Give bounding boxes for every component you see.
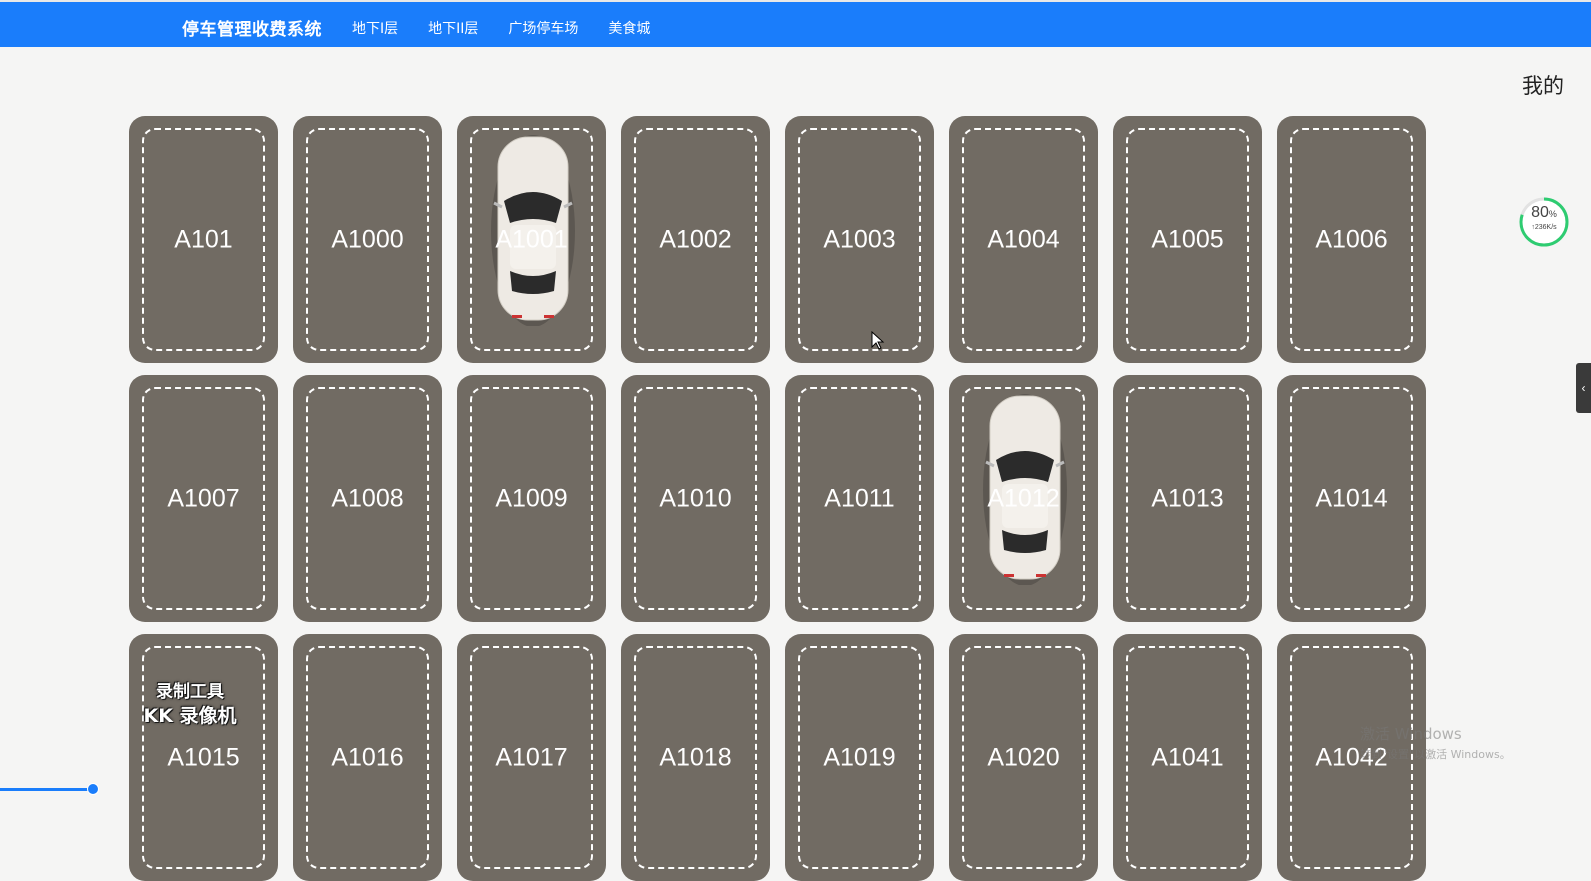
spot-label: A1019 (823, 743, 896, 771)
parking-spot[interactable]: A1003 (785, 116, 934, 363)
parking-spot[interactable]: A1002 (621, 116, 770, 363)
activation-line1: 激活 Windows (1360, 725, 1462, 743)
recorder-watermark: 录制工具 KK 录像机 (134, 680, 246, 728)
spot-label: A1000 (331, 225, 404, 253)
spot-label: A1007 (167, 484, 240, 512)
parking-spot[interactable]: A1011 (785, 375, 934, 622)
spot-label: A1016 (331, 743, 404, 771)
spot-label: A1012 (987, 484, 1060, 512)
my-account-link[interactable]: 我的 (1522, 70, 1564, 100)
spot-label: A1006 (1315, 225, 1388, 253)
parking-spot[interactable]: A1006 (1277, 116, 1426, 363)
spot-label: A1002 (659, 225, 732, 253)
parking-spot[interactable]: A1012 (949, 375, 1098, 622)
parking-spot[interactable]: A1010 (621, 375, 770, 622)
parking-spot[interactable]: A1013 (1113, 375, 1262, 622)
spot-label: A1010 (659, 484, 732, 512)
video-progress-bar[interactable] (0, 788, 92, 791)
parking-spot[interactable]: A1015 (129, 634, 278, 881)
spot-label: A1008 (331, 484, 404, 512)
spot-label: A1001 (495, 225, 568, 253)
watermark-line2: KK 录像机 (143, 705, 237, 727)
parking-spot[interactable]: A101 (129, 116, 278, 363)
spot-label: A1014 (1315, 484, 1388, 512)
spot-label: A1020 (987, 743, 1060, 771)
spot-label: A1004 (987, 225, 1060, 253)
parking-spot[interactable]: A1018 (621, 634, 770, 881)
spot-label: A1003 (823, 225, 896, 253)
parking-spot[interactable]: A1008 (293, 375, 442, 622)
main-nav: 地下I层 地下II层 广场停车场 美食城 (352, 18, 680, 38)
spot-label: A1015 (167, 743, 240, 771)
app-title[interactable]: 停车管理收费系统 (182, 15, 322, 40)
spot-label: A1013 (1151, 484, 1224, 512)
parking-spot[interactable]: A1017 (457, 634, 606, 881)
side-collapse-tab[interactable]: ‹ (1576, 363, 1591, 413)
parking-spot[interactable]: A1000 (293, 116, 442, 363)
top-navbar: 停车管理收费系统 地下I层 地下II层 广场停车场 美食城 (0, 0, 1591, 47)
spot-label: A101 (174, 225, 233, 253)
spot-label: A1011 (824, 484, 895, 512)
spot-label: A1005 (1151, 225, 1224, 253)
activation-line2: 转到"设置"以激活 Windows。 (1360, 748, 1511, 761)
spot-label: A1009 (495, 484, 568, 512)
parking-spot[interactable]: A1005 (1113, 116, 1262, 363)
parking-spot[interactable]: A1014 (1277, 375, 1426, 622)
nav-item[interactable]: 地下II层 (428, 18, 478, 38)
parking-spot[interactable]: A1004 (949, 116, 1098, 363)
windows-activation-notice: 激活 Windows 转到"设置"以激活 Windows。 (1360, 723, 1511, 762)
nav-item[interactable]: 美食城 (608, 18, 650, 38)
parking-spot[interactable]: A1007 (129, 375, 278, 622)
spot-label: A1041 (1151, 743, 1224, 771)
parking-spot[interactable]: A1041 (1113, 634, 1262, 881)
speed-rate: ↑236K/s (1531, 224, 1557, 231)
parking-spot[interactable]: A1009 (457, 375, 606, 622)
chevron-left-icon: ‹ (1581, 381, 1586, 395)
network-speed-widget[interactable]: 80% ↑236K/s (1518, 196, 1570, 248)
parking-spot[interactable]: A1001 (457, 116, 606, 363)
video-progress-handle[interactable] (87, 783, 99, 795)
parking-spot[interactable]: A1019 (785, 634, 934, 881)
spot-label: A1017 (495, 743, 568, 771)
nav-item[interactable]: 广场停车场 (508, 18, 578, 38)
parking-spot[interactable]: A1020 (949, 634, 1098, 881)
parking-spot[interactable]: A1016 (293, 634, 442, 881)
nav-item[interactable]: 地下I层 (352, 18, 398, 38)
spot-label: A1018 (659, 743, 732, 771)
mouse-cursor-icon (871, 331, 885, 350)
watermark-line1: 录制工具 (156, 682, 224, 702)
speed-percent: 80% (1531, 204, 1557, 221)
